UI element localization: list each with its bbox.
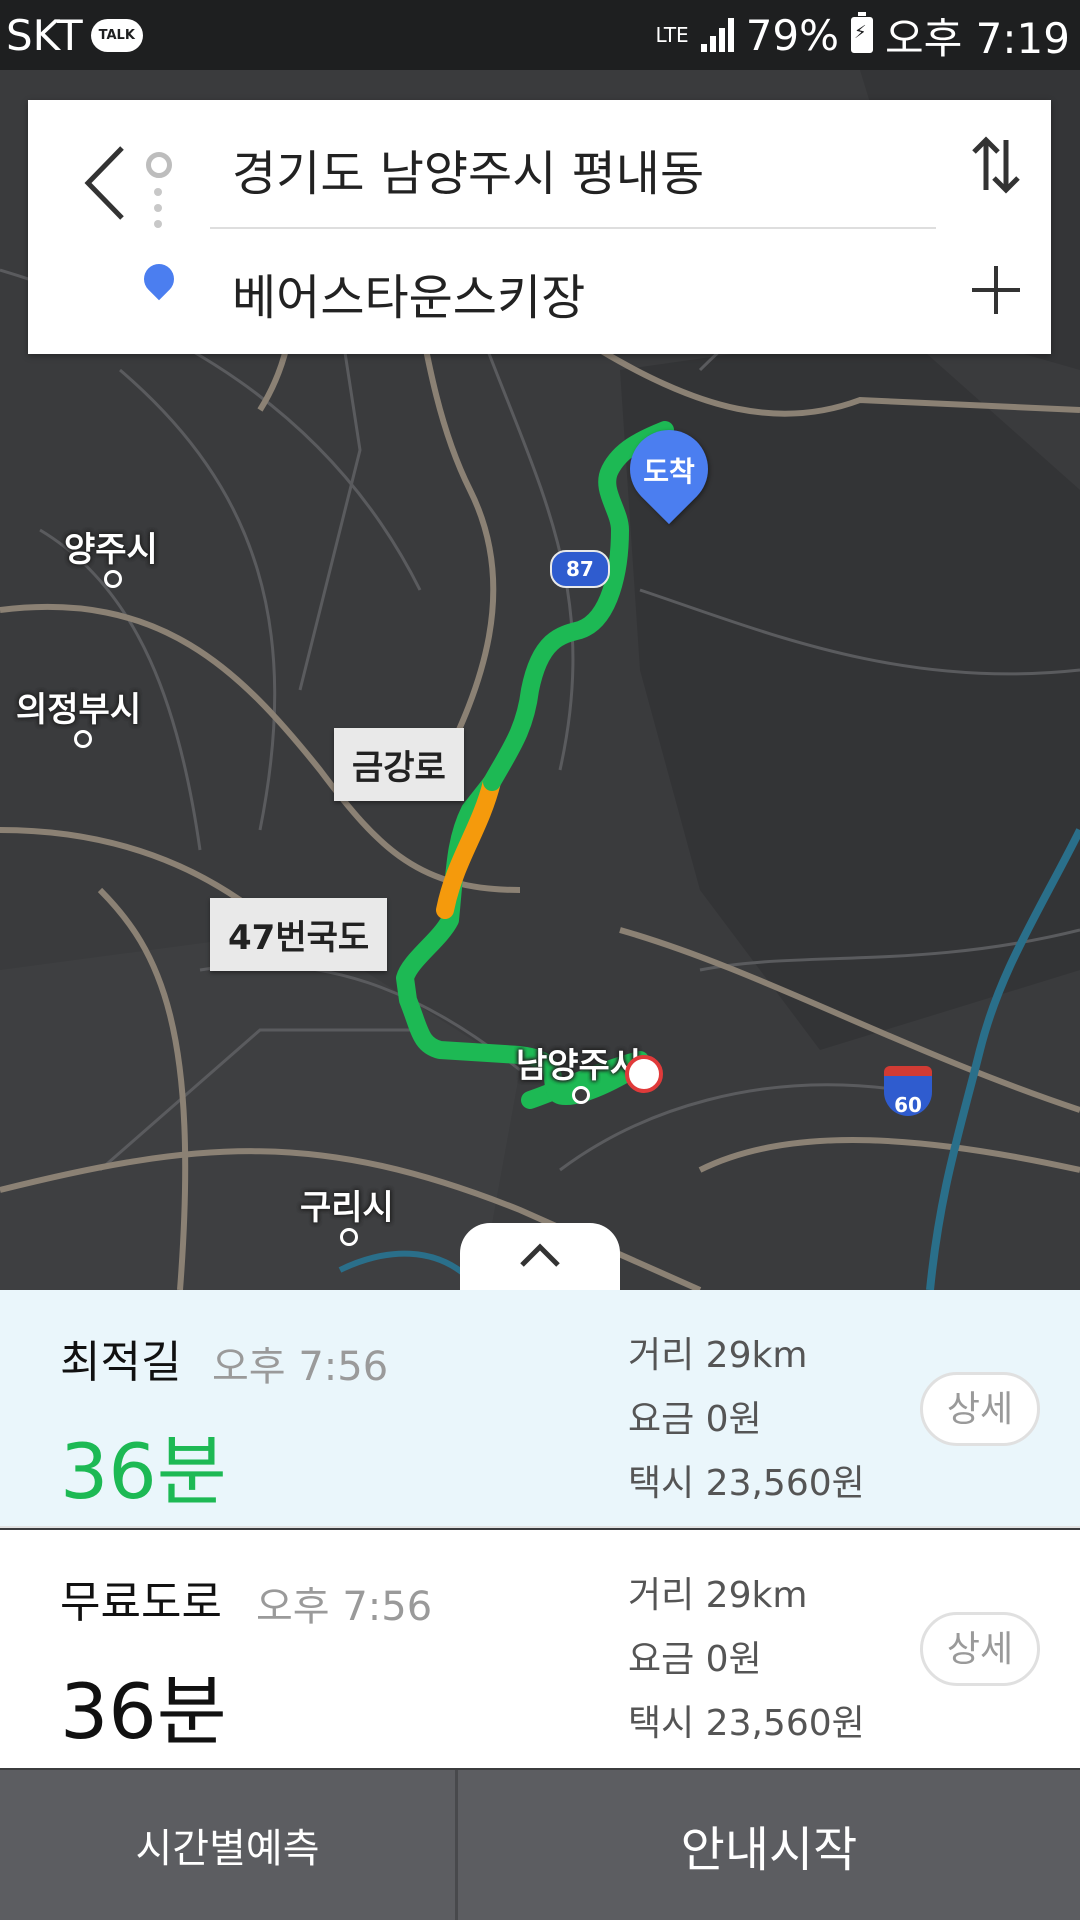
add-waypoint-icon[interactable]: [966, 260, 1026, 320]
highway-60-shield: 60: [884, 1066, 932, 1117]
signal-icon: [700, 18, 734, 52]
city-label-guri: 구리시: [300, 1188, 394, 1228]
route-taxi-fare: 택시 23,560원: [628, 1703, 865, 1744]
city-marker-guri: [340, 1228, 358, 1246]
route-name: 최적길: [60, 1337, 182, 1388]
arrival-pin-label: 도착: [643, 455, 695, 488]
destination-pin-icon: [137, 257, 181, 301]
destination-field[interactable]: 베어스타운스키장: [232, 258, 585, 328]
origin-dot-icon: [146, 152, 172, 178]
battery-percent: 79%: [745, 10, 840, 60]
route-info: 거리 29km 요금 0원 택시 23,560원: [628, 1564, 865, 1756]
field-divider: [210, 227, 936, 229]
route-info: 거리 29km 요금 0원 택시 23,560원: [628, 1324, 865, 1516]
expand-sheet-button[interactable]: [460, 1223, 620, 1290]
detail-button[interactable]: 상세: [920, 1612, 1040, 1686]
route-eta: 오후 7:56: [212, 1344, 389, 1390]
origin-field[interactable]: 경기도 남양주시 평내동: [232, 134, 704, 204]
route-distance: 거리 29km: [628, 1575, 808, 1616]
city-marker-yangju: [104, 570, 122, 588]
bottom-action-bar: 시간별예측 안내시작: [0, 1770, 1080, 1920]
status-bar: SKT TALK LTE 79% 오후 7:19: [0, 0, 1080, 70]
route-option-optimal[interactable]: 최적길 오후 7:56 36분 거리 29km 요금 0원 택시 23,560원…: [0, 1290, 1080, 1528]
city-label-namyangju: 남양주시: [516, 1046, 642, 1086]
swap-icon[interactable]: [966, 130, 1026, 200]
lte-icon: LTE: [655, 23, 689, 47]
chevron-up-icon: [520, 1243, 560, 1267]
clock: 오후 7:19: [885, 13, 1070, 63]
route-eta: 오후 7:56: [256, 1584, 433, 1630]
time-forecast-button[interactable]: 시간별예측: [0, 1770, 458, 1920]
route-toll: 요금 0원: [628, 1399, 762, 1440]
route-duration: 36분: [60, 1427, 227, 1516]
route-name: 무료도로: [60, 1577, 222, 1628]
battery-charging-icon: [851, 12, 874, 53]
start-marker-icon[interactable]: [625, 1055, 663, 1093]
kakaotalk-icon: TALK: [90, 18, 143, 52]
road-tag-geumgang: 금강로: [334, 728, 464, 801]
route-dots-icon: [154, 188, 162, 236]
road-tag-route47: 47번국도: [210, 898, 388, 971]
route-duration: 36분: [60, 1667, 227, 1756]
route-search-card: 경기도 남양주시 평내동 베어스타운스키장: [28, 100, 1051, 354]
start-navigation-button[interactable]: 안내시작: [458, 1770, 1080, 1920]
city-label-yangju: 양주시: [64, 530, 158, 570]
route-toll: 요금 0원: [628, 1639, 762, 1680]
city-label-uijeongbu: 의정부시: [16, 690, 142, 730]
highway-87-badge: 87: [550, 550, 610, 588]
route-distance: 거리 29km: [628, 1335, 808, 1376]
back-arrow-icon[interactable]: [74, 138, 134, 228]
carrier-label: SKT: [6, 10, 83, 60]
city-marker-namyangju: [572, 1086, 590, 1104]
route-taxi-fare: 택시 23,560원: [628, 1463, 865, 1504]
city-marker-uijeongbu: [74, 730, 92, 748]
route-option-free-road[interactable]: 무료도로 오후 7:56 36분 거리 29km 요금 0원 택시 23,560…: [0, 1530, 1080, 1768]
detail-button[interactable]: 상세: [920, 1372, 1040, 1446]
